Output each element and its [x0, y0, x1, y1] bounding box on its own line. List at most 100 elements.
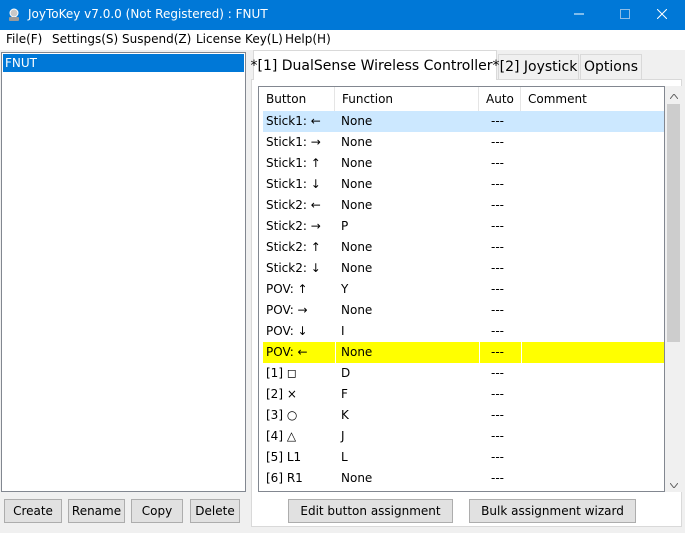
table-row[interactable]: Stick2: → P ---: [263, 216, 664, 237]
cell-button: Stick1: ↓: [266, 177, 321, 191]
cell-button: [5] L1: [266, 450, 302, 464]
table-row[interactable]: POV: → None ---: [263, 300, 664, 321]
cell-auto: ---: [491, 450, 504, 464]
header-button[interactable]: Button: [259, 87, 335, 111]
table-row[interactable]: Stick2: ↑ None ---: [263, 237, 664, 258]
table-row[interactable]: POV: ↓ I ---: [263, 321, 664, 342]
table-row[interactable]: POV: ↑ Y ---: [263, 279, 664, 300]
table-row[interactable]: [1] ◻ D ---: [263, 363, 664, 384]
cell-auto: ---: [491, 261, 504, 275]
cell-auto: ---: [491, 219, 504, 233]
cell-button: Stick1: ←: [266, 114, 321, 128]
cell-button: [1] ◻: [266, 366, 297, 380]
chevron-down-icon: [669, 477, 678, 491]
cell-function: I: [341, 324, 345, 338]
cell-auto: ---: [491, 408, 504, 422]
menu-settings[interactable]: Settings(S): [52, 32, 118, 46]
close-button[interactable]: [639, 0, 685, 30]
cell-auto: ---: [491, 387, 504, 401]
menu-help[interactable]: Help(H): [285, 32, 331, 46]
cell-button: POV: ←: [266, 345, 308, 359]
table-row[interactable]: Stick1: ↑ None ---: [263, 153, 664, 174]
table-row[interactable]: [3] ○ K ---: [263, 405, 664, 426]
chevron-up-icon: [669, 88, 678, 102]
cell-auto: ---: [491, 240, 504, 254]
cell-button: Stick2: ↑: [266, 240, 321, 254]
grid-header: Button Function Auto Comment: [259, 87, 664, 111]
cell-auto: ---: [491, 324, 504, 338]
table-row[interactable]: Stick1: → None ---: [263, 132, 664, 153]
profile-item[interactable]: FNUT: [3, 54, 244, 72]
tab-joystick[interactable]: [2] Joystick: [498, 54, 579, 80]
table-row[interactable]: [6] R1 None ---: [263, 468, 664, 489]
cell-auto: ---: [491, 177, 504, 191]
cell-function: D: [341, 366, 351, 380]
minimize-icon: [574, 8, 584, 22]
maximize-icon: [620, 8, 630, 22]
column-separator: [335, 342, 336, 363]
cell-button: Stick2: →: [266, 219, 321, 233]
table-row[interactable]: Stick1: ↓ None ---: [263, 174, 664, 195]
cell-auto: ---: [491, 366, 504, 380]
cell-function: P: [341, 219, 349, 233]
close-icon: [656, 8, 668, 22]
header-auto[interactable]: Auto: [479, 87, 521, 111]
table-row[interactable]: [2] × F ---: [263, 384, 664, 405]
cell-auto: ---: [491, 135, 504, 149]
cell-function: None: [341, 177, 373, 191]
column-separator: [521, 342, 522, 363]
table-row[interactable]: [4] △ J ---: [263, 426, 664, 447]
table-row[interactable]: Stick2: ← None ---: [263, 195, 664, 216]
cell-auto: ---: [491, 429, 504, 443]
scroll-down-button[interactable]: [665, 475, 682, 492]
cell-function: None: [341, 198, 373, 212]
tab-controller[interactable]: *[1] DualSense Wireless Controller*: [250, 50, 500, 80]
bulk-assignment-wizard-button[interactable]: Bulk assignment wizard: [469, 499, 636, 523]
cell-function: Y: [341, 282, 349, 296]
table-row[interactable]: [5] L1 L ---: [263, 447, 664, 468]
cell-button: Stick2: ↓: [266, 261, 321, 275]
cell-button: Stick2: ←: [266, 198, 321, 212]
joystick-app-icon: [6, 7, 22, 23]
delete-button[interactable]: Delete: [190, 499, 240, 523]
cell-button: [2] ×: [266, 387, 297, 401]
scroll-up-button[interactable]: [665, 86, 682, 103]
column-separator: [479, 342, 480, 363]
title-bar: JoyToKey v7.0.0 (Not Registered) : FNUT: [0, 0, 685, 30]
cell-function: None: [341, 135, 373, 149]
vertical-scrollbar[interactable]: [665, 86, 682, 492]
cell-auto: ---: [491, 471, 504, 485]
button-assignment-grid[interactable]: Button Function Auto Comment Stick1: ← No…: [258, 86, 665, 492]
cell-auto: ---: [491, 114, 504, 128]
cell-function: J: [341, 429, 345, 443]
header-comment[interactable]: Comment: [521, 87, 664, 111]
cell-button: POV: ↓: [266, 324, 308, 338]
cell-auto: ---: [491, 345, 504, 359]
cell-function: L: [341, 450, 348, 464]
edit-button-assignment-button[interactable]: Edit button assignment: [288, 499, 453, 523]
cell-function: None: [341, 471, 373, 485]
cell-function: None: [341, 345, 373, 359]
cell-function: None: [341, 114, 373, 128]
tab-options[interactable]: Options: [580, 54, 642, 80]
profile-list[interactable]: FNUT: [1, 52, 246, 492]
menu-file[interactable]: File(F): [6, 32, 42, 46]
create-button[interactable]: Create: [4, 499, 62, 523]
table-row[interactable]: POV: ← None ---: [263, 342, 664, 363]
cell-button: POV: →: [266, 303, 308, 317]
cell-function: F: [341, 387, 348, 401]
cell-function: None: [341, 156, 373, 170]
header-function[interactable]: Function: [335, 87, 479, 111]
copy-button[interactable]: Copy: [131, 499, 183, 523]
cell-auto: ---: [491, 282, 504, 296]
scroll-thumb[interactable]: [667, 104, 680, 342]
menu-suspend[interactable]: Suspend(Z): [122, 32, 191, 46]
cell-auto: ---: [491, 303, 504, 317]
cell-button: [3] ○: [266, 408, 298, 422]
minimize-button[interactable]: [556, 0, 602, 30]
menu-license-key[interactable]: License Key(L): [196, 32, 283, 46]
table-row[interactable]: Stick1: ← None ---: [263, 111, 664, 132]
table-row[interactable]: Stick2: ↓ None ---: [263, 258, 664, 279]
rename-button[interactable]: Rename: [68, 499, 125, 523]
menu-bar: File(F) Settings(S) Suspend(Z) License K…: [0, 30, 685, 50]
